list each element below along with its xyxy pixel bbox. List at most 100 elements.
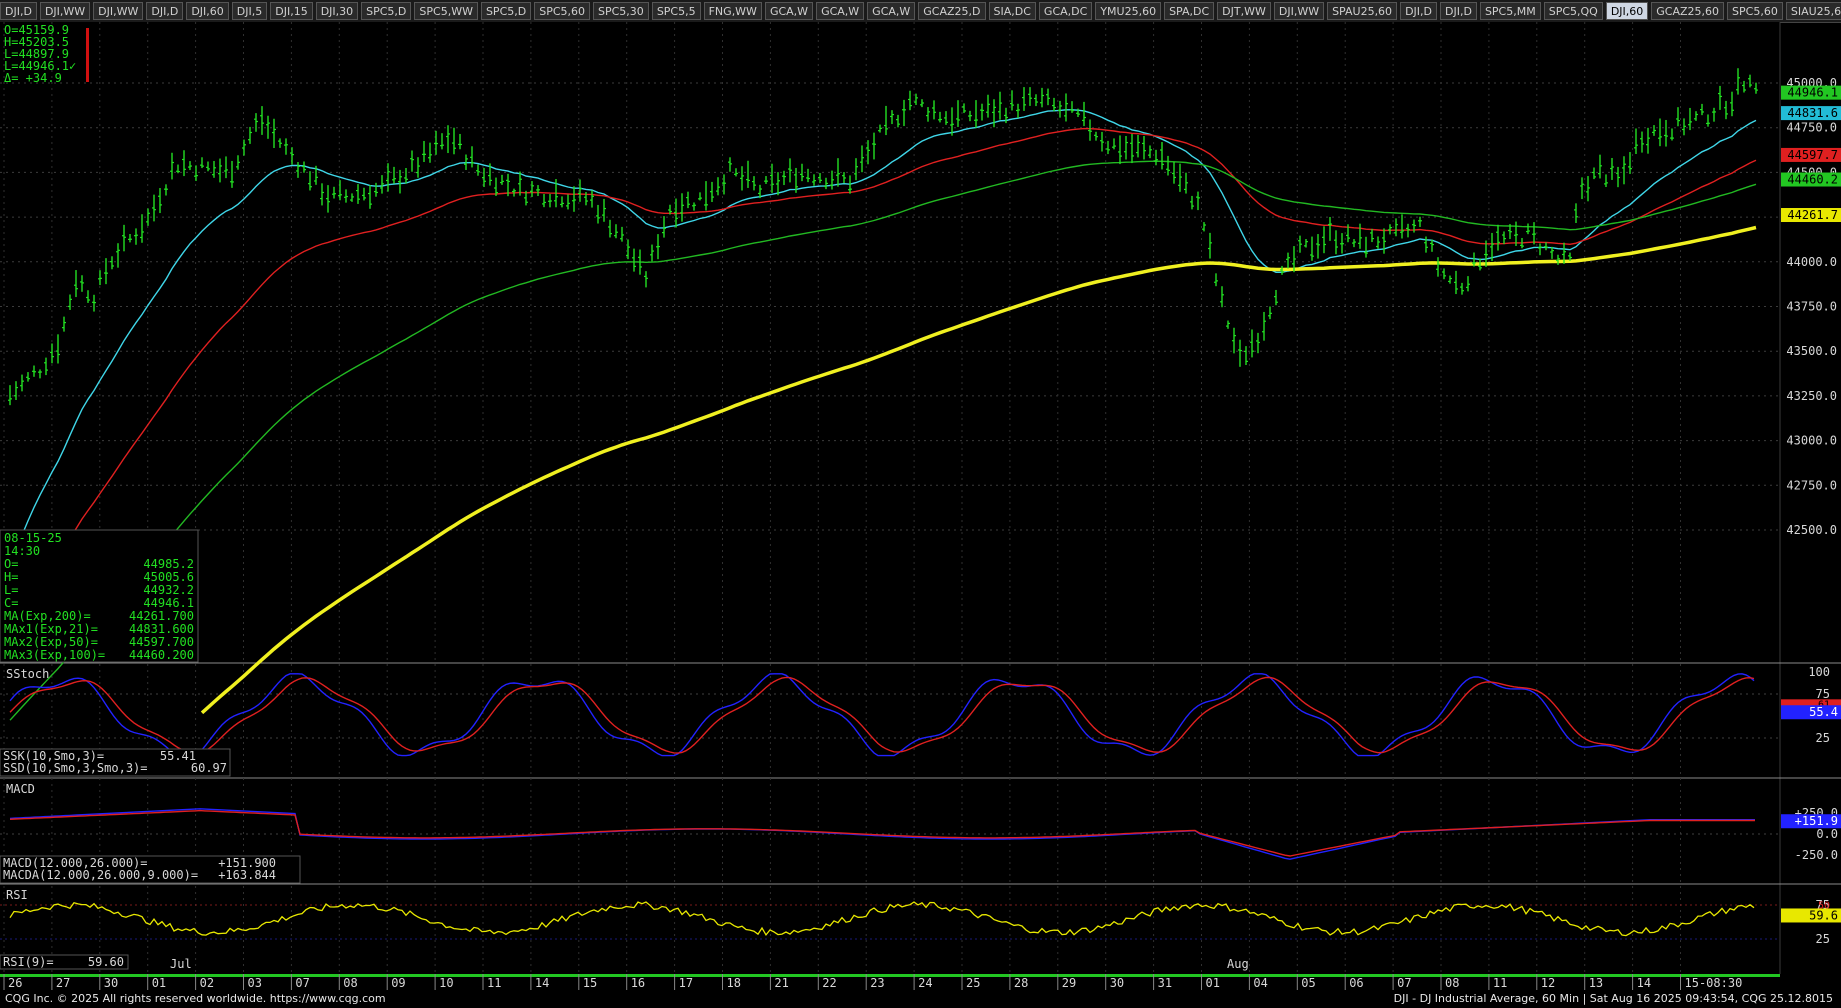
tab-dji-15[interactable]: DJI,15 xyxy=(270,2,313,20)
databox-value: 44261.700 xyxy=(129,609,194,623)
tab-dji-d[interactable]: DJI,D xyxy=(1440,2,1477,20)
tab-dji-ww[interactable]: DJI,WW xyxy=(1273,2,1325,20)
tab-spc5-ww[interactable]: SPC5,WW xyxy=(414,2,478,20)
price-tick: 44000.0 xyxy=(1786,255,1837,269)
change-bar xyxy=(86,28,89,82)
databox-time: 14:30 xyxy=(4,544,40,558)
date-tick: 02 xyxy=(200,976,214,990)
tab-dji-d[interactable]: DJI,D xyxy=(1400,2,1437,20)
databox-value: 45005.6 xyxy=(143,570,194,584)
date-tick: 30 xyxy=(1110,976,1124,990)
date-tick: 01 xyxy=(1206,976,1220,990)
macda-value: +163.844 xyxy=(218,868,276,882)
tab-dji-d[interactable]: DJI,D xyxy=(146,2,184,20)
macd-title: MACD xyxy=(6,782,35,796)
price-tick: 42500.0 xyxy=(1786,523,1837,537)
tab-gca-w[interactable]: GCA,W xyxy=(867,2,916,20)
tab-gcaz25-d[interactable]: GCAZ25,D xyxy=(918,2,986,20)
symbol-tab-bar: DJI,D DJI,WW DJI,WW DJI,D DJI,60 DJI,5 DJI,15 D… xyxy=(0,0,1841,23)
price-pane[interactable] xyxy=(0,22,1780,663)
databox-value: 44932.2 xyxy=(143,583,194,597)
date-tick: 21 xyxy=(774,976,788,990)
date-tick: 11 xyxy=(487,976,501,990)
tab-spc5-d[interactable]: SPC5,D xyxy=(361,2,412,20)
databox-value: 44460.200 xyxy=(129,648,194,662)
macd-tick: 0.0 xyxy=(1816,827,1838,841)
price-tick: 42750.0 xyxy=(1786,478,1837,492)
macd-average-line xyxy=(9,809,1755,857)
svg-text:44460.2: 44460.2 xyxy=(1787,173,1838,187)
date-tick: 27 xyxy=(56,976,70,990)
tab-dji-ww[interactable]: DJI,WW xyxy=(39,2,91,20)
date-tick: 30 xyxy=(104,976,118,990)
tab-spc5-60[interactable]: SPC5,60 xyxy=(534,2,591,20)
svg-text:44831.6: 44831.6 xyxy=(1787,106,1838,120)
tab-sia-dc[interactable]: SIA,DC xyxy=(988,2,1036,20)
date-tick: 10 xyxy=(439,976,453,990)
tab-dji-5[interactable]: DJI,5 xyxy=(231,2,268,20)
tab-spa-dc[interactable]: SPA,DC xyxy=(1164,2,1215,20)
date-tick: 24 xyxy=(918,976,932,990)
price-flag: 44597.7 xyxy=(1781,147,1841,162)
date-tick: 26 xyxy=(8,976,22,990)
tab-dji-60[interactable]: DJI,60 xyxy=(186,2,229,20)
tab-dji-60[interactable]: DJI,60 xyxy=(1605,2,1649,20)
tab-gca-w[interactable]: GCA,W xyxy=(764,2,814,20)
date-tick: 17 xyxy=(679,976,693,990)
databox-value: 44985.2 xyxy=(143,557,194,571)
footer: CQG Inc. © 2025 All rights reserved worl… xyxy=(0,990,1841,1008)
tab-djt-ww[interactable]: DJT,WW xyxy=(1217,2,1271,20)
rsi-line xyxy=(9,901,1755,937)
rsi-flag-red-text: 50 xyxy=(1818,900,1830,911)
stochastic-lines xyxy=(9,673,1755,757)
date-tick: 05 xyxy=(1301,976,1315,990)
tab-gca-w[interactable]: GCA,W xyxy=(816,2,865,20)
date-tick: 18 xyxy=(727,976,741,990)
tab-gcaz25-60[interactable]: GCAZ25,60 xyxy=(1651,2,1725,20)
tab-gca-dc[interactable]: GCA,DC xyxy=(1038,2,1093,20)
tab-spc5-d[interactable]: SPC5,D xyxy=(480,2,532,20)
date-tick: 11 xyxy=(1493,976,1507,990)
tab-spc5-5[interactable]: SPC5,5 xyxy=(651,2,701,20)
databox-value: 44831.600 xyxy=(129,622,194,636)
tab-spau25-60[interactable]: SPAU25,60 xyxy=(1327,2,1398,20)
svg-text:44946.1: 44946.1 xyxy=(1787,86,1838,100)
databox-label: O= xyxy=(4,557,18,571)
date-tick: 09 xyxy=(391,976,405,990)
ssd-value: 60.97 xyxy=(191,761,227,775)
macd-labels: MACD MACD(12.000,26.000)= +151.900 MACDA… xyxy=(0,782,301,884)
tab-ymu25-60[interactable]: YMU25,60 xyxy=(1095,2,1162,20)
month-label-aug: Aug xyxy=(1227,957,1249,971)
tab-dji-ww[interactable]: DJI,WW xyxy=(93,2,144,20)
chart-area[interactable]: 45000.044750.044500.044250.044000.043750… xyxy=(0,22,1841,990)
tab-spc5-60[interactable]: SPC5,60 xyxy=(1727,2,1783,20)
tab-spc5-mm[interactable]: SPC5,MM xyxy=(1479,2,1541,20)
tab-spc5-30[interactable]: SPC5,30 xyxy=(593,2,649,20)
date-tick: 15-08:30 xyxy=(1685,976,1743,990)
databox-date: 08-15-25 xyxy=(4,531,62,545)
rsi-title: RSI xyxy=(6,888,28,902)
databox-label: C= xyxy=(4,596,18,610)
tab-spc5-qq[interactable]: SPC5,QQ xyxy=(1543,2,1603,20)
tab-siau25-60[interactable]: SIAU25,60 xyxy=(1785,2,1841,20)
date-tick: 12 xyxy=(1541,976,1555,990)
rsi-value: 59.60 xyxy=(88,955,124,969)
tab-fng-ww[interactable]: FNG,WW xyxy=(703,2,762,20)
date-tick: 29 xyxy=(1062,976,1076,990)
price-flag: 44831.6 xyxy=(1781,106,1841,121)
rsi-line xyxy=(9,901,1755,937)
databox-label: H= xyxy=(4,570,18,584)
databox-label: MAx1(Exp,21)= xyxy=(4,622,98,636)
rsi-label: RSI(9)= xyxy=(3,955,54,969)
macda-label: MACDA(12.000,26.000,9.000)= xyxy=(3,868,198,882)
tab-dji-30[interactable]: DJI,30 xyxy=(315,2,359,20)
date-axis: 26 27 30 01 02 03 07 08 09 10 11 14 15 16 17 18 21 22 23 24… xyxy=(0,974,1780,990)
stoch-k-line xyxy=(9,673,1755,757)
month-label-jul: Jul xyxy=(170,957,192,971)
chart-info-text: DJI - DJ Industrial Average, 60 Min | Sa… xyxy=(1393,992,1833,1005)
date-tick: 31 xyxy=(1158,976,1172,990)
stoch-title: SStoch xyxy=(6,667,49,681)
tab-dji-d[interactable]: DJI,D xyxy=(0,2,37,20)
price-tick: 43250.0 xyxy=(1786,389,1837,403)
price-tick: 44750.0 xyxy=(1786,121,1837,135)
